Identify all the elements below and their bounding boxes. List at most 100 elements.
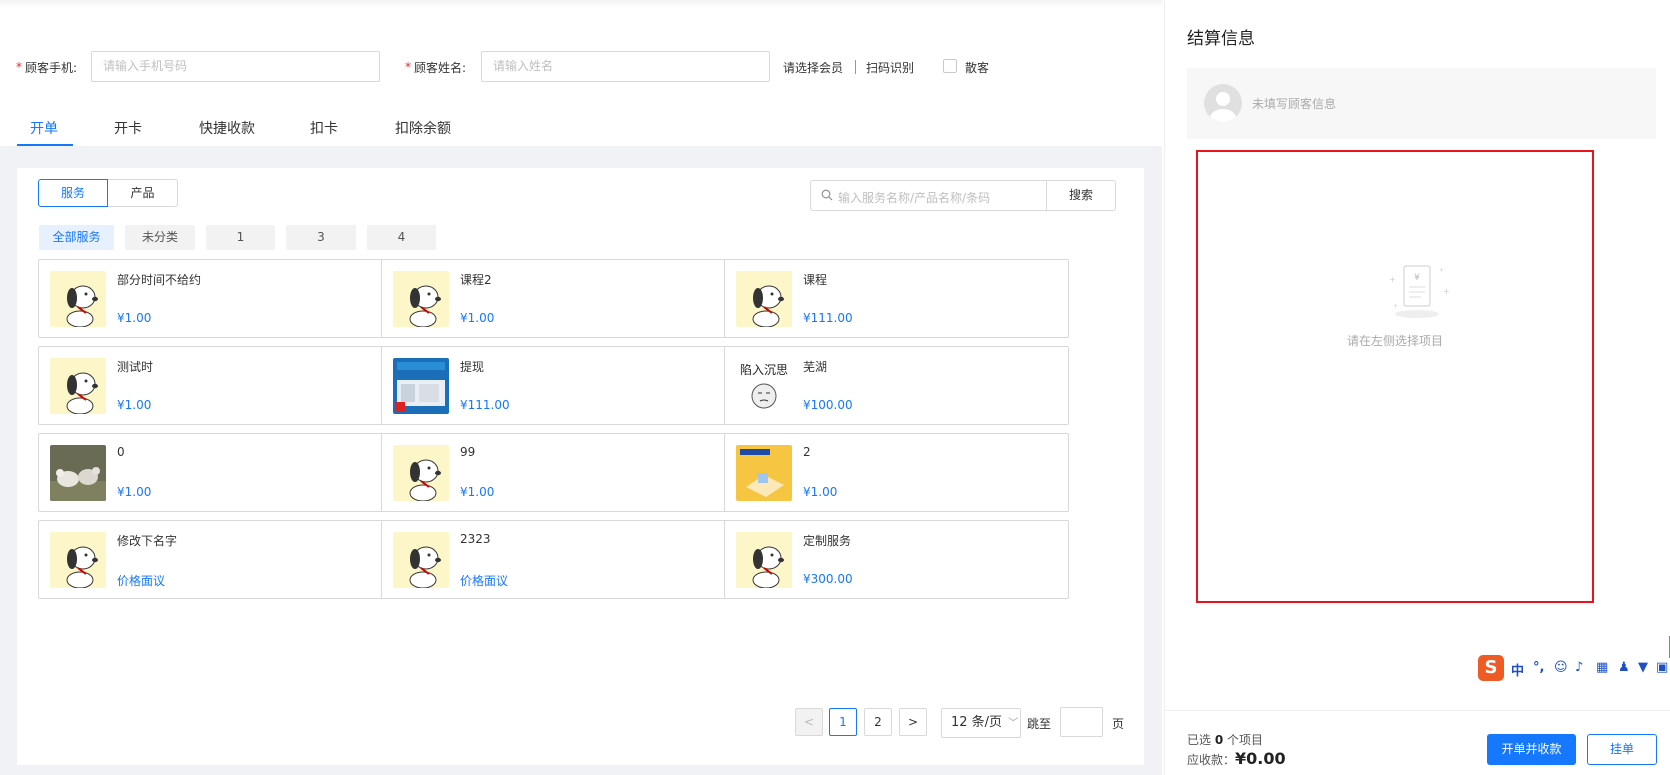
item-name: 芜湖 bbox=[803, 360, 828, 374]
item-price: ¥111.00 bbox=[803, 311, 853, 325]
item-card[interactable]: 99 ¥1.00 bbox=[381, 433, 726, 512]
svg-text:陷入沉思: 陷入沉思 bbox=[740, 362, 788, 377]
item-name: 提现 bbox=[460, 360, 485, 374]
snoopy-thumbnail-icon bbox=[50, 358, 106, 414]
item-card[interactable]: 定制服务 ¥300.00 bbox=[724, 520, 1069, 599]
user-icon[interactable]: ♟ bbox=[1618, 660, 1630, 675]
settlement-panel: 结算信息 未填写顾客信息 ¥ + + + + 请在左侧选择项目 S 中 °, ☺ bbox=[1164, 0, 1670, 775]
name-input[interactable]: 请输入姓名 bbox=[481, 51, 770, 82]
item-name: 0 bbox=[117, 445, 125, 459]
item-thumbnail bbox=[50, 532, 106, 588]
item-card[interactable]: 0 ¥1.00 bbox=[38, 433, 383, 512]
page-1[interactable]: 1 bbox=[829, 708, 857, 736]
item-thumbnail bbox=[393, 271, 449, 327]
page-suffix: 页 bbox=[1112, 717, 1125, 731]
item-price: ¥1.00 bbox=[117, 485, 152, 499]
phone-input[interactable]: 请输入手机号码 bbox=[91, 51, 380, 82]
svg-text:+: + bbox=[1389, 275, 1396, 284]
selected-count: 0 bbox=[1214, 733, 1224, 747]
selected-prefix: 已选 bbox=[1187, 733, 1212, 747]
checkout-button[interactable]: 开单并收款 bbox=[1487, 734, 1576, 765]
prev-page-button[interactable]: < bbox=[795, 708, 823, 736]
settlement-title: 结算信息 bbox=[1187, 29, 1255, 49]
snoopy-thumbnail-icon bbox=[50, 271, 106, 327]
walk-in-label: 散客 bbox=[965, 61, 990, 75]
snoopy-thumbnail-icon bbox=[736, 271, 792, 327]
select-member-link[interactable]: 请选择会员 bbox=[783, 59, 843, 76]
item-price: 价格面议 bbox=[117, 574, 166, 588]
tab-quick-payment[interactable]: 快捷收款 bbox=[199, 118, 255, 138]
svg-text:+: + bbox=[1443, 287, 1450, 296]
item-thumbnail bbox=[393, 532, 449, 588]
item-price: ¥1.00 bbox=[460, 485, 495, 499]
tab-open-card[interactable]: 开卡 bbox=[114, 118, 142, 138]
page-2[interactable]: 2 bbox=[864, 708, 892, 736]
item-name: 课程2 bbox=[460, 273, 492, 287]
ime-toolbar[interactable]: S 中 °, ☺ ♪ ▦ ♟ ▼ ▣ bbox=[1478, 655, 1670, 681]
tab-deduct-balance[interactable]: 扣除余额 bbox=[395, 118, 451, 138]
item-card[interactable]: 2323 价格面议 bbox=[381, 520, 726, 599]
item-thumbnail bbox=[393, 445, 449, 501]
item-card[interactable]: 提现 ¥111.00 bbox=[381, 346, 726, 425]
sogou-logo-icon: S bbox=[1478, 655, 1504, 681]
settlement-footer: 已选 0 个项目 应收款：¥0.00 开单并收款 挂单 bbox=[1165, 710, 1670, 775]
item-card[interactable]: 修改下名字 价格面议 bbox=[38, 520, 383, 599]
category-all[interactable]: 全部服务 bbox=[39, 225, 114, 250]
toggle-service[interactable]: 服务 bbox=[38, 179, 108, 207]
customer-info-box[interactable]: 未填写顾客信息 bbox=[1187, 68, 1656, 139]
punctuation-icon[interactable]: °, bbox=[1533, 660, 1544, 675]
svg-text:¥: ¥ bbox=[1414, 273, 1420, 283]
item-price: ¥300.00 bbox=[803, 572, 853, 586]
item-name: 2 bbox=[803, 445, 811, 459]
item-card[interactable]: 课程2 ¥1.00 bbox=[381, 259, 726, 338]
user-icon bbox=[1210, 92, 1236, 122]
item-card[interactable]: 部分时间不给约 ¥1.00 bbox=[38, 259, 383, 338]
scan-recognize-link[interactable]: 扫码识别 bbox=[866, 59, 914, 76]
item-card[interactable]: 2 ¥1.00 bbox=[724, 433, 1069, 512]
next-page-button[interactable]: > bbox=[899, 708, 927, 736]
search-button[interactable]: 搜索 bbox=[1046, 180, 1116, 211]
search-input[interactable]: 输入服务名称/产品名称/条码 bbox=[810, 180, 1047, 211]
category-3[interactable]: 3 bbox=[286, 225, 356, 250]
hang-order-button[interactable]: 挂单 bbox=[1587, 734, 1657, 765]
category-4[interactable]: 4 bbox=[367, 225, 436, 250]
jump-input[interactable] bbox=[1060, 707, 1103, 737]
keyboard-icon[interactable]: ▦ bbox=[1596, 660, 1608, 675]
toggle-product[interactable]: 产品 bbox=[108, 179, 178, 207]
toolbox-icon[interactable]: ▣ bbox=[1656, 660, 1668, 675]
walk-in-checkbox[interactable] bbox=[943, 59, 957, 73]
avatar bbox=[1204, 84, 1242, 122]
tab-deduct-card[interactable]: 扣卡 bbox=[310, 118, 338, 138]
skin-icon[interactable]: ▼ bbox=[1638, 660, 1648, 675]
category-1[interactable]: 1 bbox=[206, 225, 275, 250]
category-uncategorized[interactable]: 未分类 bbox=[125, 225, 195, 250]
top-shadow bbox=[0, 0, 1162, 8]
selected-suffix: 个项目 bbox=[1227, 733, 1264, 747]
page-size-value: 12 条/页 bbox=[951, 715, 1003, 730]
item-price: 价格面议 bbox=[460, 574, 509, 588]
due-label: 应收款： bbox=[1187, 753, 1236, 767]
due-amount: ¥0.00 bbox=[1235, 749, 1286, 768]
chevron-down-icon: ﹀ bbox=[1008, 718, 1019, 729]
search-icon bbox=[821, 189, 833, 201]
ime-mode[interactable]: 中 bbox=[1511, 660, 1524, 679]
jump-label: 跳至 bbox=[1027, 717, 1052, 731]
tab-open-order[interactable]: 开单 bbox=[30, 118, 58, 138]
snoopy-thumbnail-icon bbox=[50, 532, 106, 588]
item-card[interactable]: 课程 ¥111.00 bbox=[724, 259, 1069, 338]
page-size-select[interactable]: 12 条/页 ﹀ bbox=[941, 708, 1021, 738]
customer-placeholder: 未填写顾客信息 bbox=[1252, 97, 1337, 111]
item-card[interactable]: 测试时 ¥1.00 bbox=[38, 346, 383, 425]
emoji-icon[interactable]: ☺ bbox=[1554, 660, 1568, 675]
item-thumbnail bbox=[736, 532, 792, 588]
item-thumbnail bbox=[50, 358, 106, 414]
promo-thumbnail-icon bbox=[736, 445, 792, 501]
item-price: ¥1.00 bbox=[803, 485, 838, 499]
item-thumbnail bbox=[50, 445, 106, 501]
item-price: ¥100.00 bbox=[803, 398, 853, 412]
meme-thumbnail-icon: 陷入沉思 bbox=[736, 358, 792, 414]
tab-bar: 开单 开卡 快捷收款 扣卡 扣除余额 bbox=[0, 110, 1162, 146]
item-card[interactable]: 陷入沉思 芜湖 ¥100.00 bbox=[724, 346, 1069, 425]
microphone-icon[interactable]: ♪ bbox=[1575, 660, 1583, 675]
selected-summary: 已选 0 个项目 bbox=[1187, 731, 1263, 748]
